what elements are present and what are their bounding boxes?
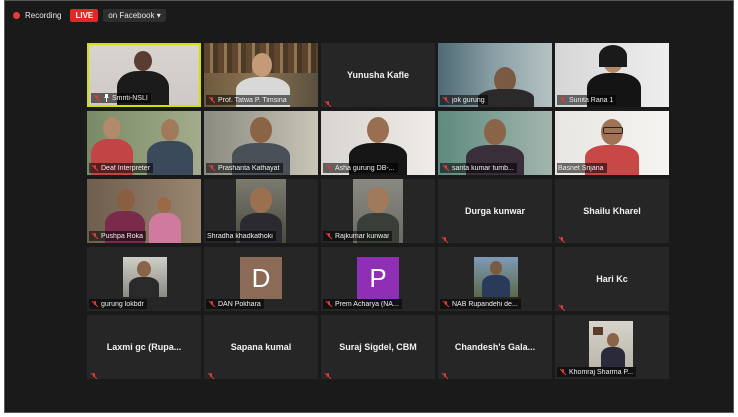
participant-tile[interactable]: Khomraj Sharma P...: [555, 315, 669, 379]
mic-muted-icon: [558, 231, 567, 243]
recording-label: Recording: [25, 10, 62, 20]
participant-caption: Prem Acharya (NA...: [323, 299, 402, 309]
participant-tile[interactable]: D DAN Pokhara: [204, 247, 318, 311]
participant-caption: Pushpa Roka: [89, 231, 147, 241]
participant-caption: Sunita Rana 1: [557, 95, 617, 105]
participant-caption: Rajkumar kunwar: [323, 231, 393, 241]
participant-tile[interactable]: P Prem Acharya (NA...: [321, 247, 435, 311]
participant-tile[interactable]: Sunita Rana 1: [555, 43, 669, 107]
mic-muted-icon: [207, 164, 216, 173]
participant-tile[interactable]: santa kumar tumb...: [438, 111, 552, 175]
participant-caption: Smriti-NSLI: [91, 93, 151, 103]
participant-avatar: P: [357, 257, 399, 299]
participant-caption: Prof. Tatwa P. Timsina: [206, 95, 290, 105]
mic-muted-icon: [207, 367, 216, 379]
participant-name: Shailu Kharel: [583, 206, 641, 216]
participant-tile[interactable]: Hari Kc: [555, 247, 669, 311]
participant-tile[interactable]: Suraj Sigdel, CBM: [321, 315, 435, 379]
participant-tile[interactable]: NAB Rupandehi de...: [438, 247, 552, 311]
facebook-stream-dropdown[interactable]: on Facebook ▾: [103, 8, 166, 22]
participant-avatar: D: [240, 257, 282, 299]
mic-muted-icon: [324, 232, 333, 241]
mic-muted-icon: [558, 368, 567, 377]
participant-tile[interactable]: Prashanta Kathayat: [204, 111, 318, 175]
participant-tile[interactable]: Laxmi gc (Rupa...: [87, 315, 201, 379]
participant-name: Durga kunwar: [464, 206, 525, 216]
participant-tile[interactable]: Rajkumar kunwar: [321, 179, 435, 243]
participant-tile[interactable]: Yunusha Kafle: [321, 43, 435, 107]
participant-tile[interactable]: Shradha khadkathoki: [204, 179, 318, 243]
participant-caption: gurung lokbdr: [89, 299, 147, 309]
participant-name: Chandesh's Gala...: [454, 342, 536, 352]
participant-caption: Khomraj Sharma P...: [557, 367, 637, 377]
mic-muted-icon: [207, 300, 216, 309]
mic-muted-icon: [90, 232, 99, 241]
participant-name: Hari Kc: [596, 274, 628, 284]
participant-tile[interactable]: Chandesh's Gala...: [438, 315, 552, 379]
participant-name: Yunusha Kafle: [346, 70, 409, 80]
participant-tile[interactable]: Smriti-NSLI: [87, 43, 201, 107]
pin-icon: [103, 94, 110, 103]
participant-tile[interactable]: Sapana kumal: [204, 315, 318, 379]
participant-caption: Shradha khadkathoki: [206, 231, 276, 241]
zoom-meeting-window: Recording LIVE on Facebook ▾ Smriti-NSLI: [4, 0, 734, 413]
recording-bar: Recording LIVE on Facebook ▾: [13, 7, 166, 23]
gallery-grid: Smriti-NSLI Prof. Tatwa P. Timsina Yunus…: [87, 43, 669, 379]
participant-tile[interactable]: jok gurung: [438, 43, 552, 107]
mic-muted-icon: [324, 164, 333, 173]
participant-tile[interactable]: Shailu Kharel: [555, 179, 669, 243]
mic-muted-icon: [324, 300, 333, 309]
mic-muted-icon: [441, 367, 450, 379]
participant-name: Suraj Sigdel, CBM: [339, 342, 417, 352]
recording-icon: [13, 11, 20, 19]
mic-muted-icon: [441, 164, 450, 173]
mic-muted-icon: [324, 95, 333, 107]
participant-tile[interactable]: Durga kunwar: [438, 179, 552, 243]
participant-caption: santa kumar tumb...: [440, 163, 517, 173]
participant-caption: Deaf Interpreter: [89, 163, 154, 173]
mic-muted-icon: [441, 231, 450, 243]
mic-muted-icon: [441, 96, 450, 105]
participant-caption: jok gurung: [440, 95, 488, 105]
live-button[interactable]: LIVE: [70, 8, 99, 22]
participant-tile[interactable]: Deaf Interpreter: [87, 111, 201, 175]
participant-caption: Basnet Srijana: [557, 163, 607, 173]
mic-muted-icon: [558, 96, 567, 105]
participant-tile[interactable]: Basnet Srijana: [555, 111, 669, 175]
participant-tile[interactable]: Asha gurung DB-...: [321, 111, 435, 175]
mic-muted-icon: [441, 300, 450, 309]
mic-muted-icon: [324, 367, 333, 379]
participant-caption: Asha gurung DB-...: [323, 163, 398, 173]
participant-tile[interactable]: gurung lokbdr: [87, 247, 201, 311]
mic-muted-icon: [90, 164, 99, 173]
mic-muted-icon: [92, 94, 101, 103]
participant-name: Laxmi gc (Rupa...: [106, 342, 182, 352]
participant-name: Sapana kumal: [230, 342, 292, 352]
mic-muted-icon: [558, 299, 567, 311]
participant-caption: Prashanta Kathayat: [206, 163, 283, 173]
participant-tile[interactable]: Pushpa Roka: [87, 179, 201, 243]
mic-muted-icon: [90, 367, 99, 379]
participant-tile[interactable]: Prof. Tatwa P. Timsina: [204, 43, 318, 107]
participant-caption: NAB Rupandehi de...: [440, 299, 521, 309]
mic-muted-icon: [90, 300, 99, 309]
participant-caption: DAN Pokhara: [206, 299, 264, 309]
mic-muted-icon: [207, 96, 216, 105]
